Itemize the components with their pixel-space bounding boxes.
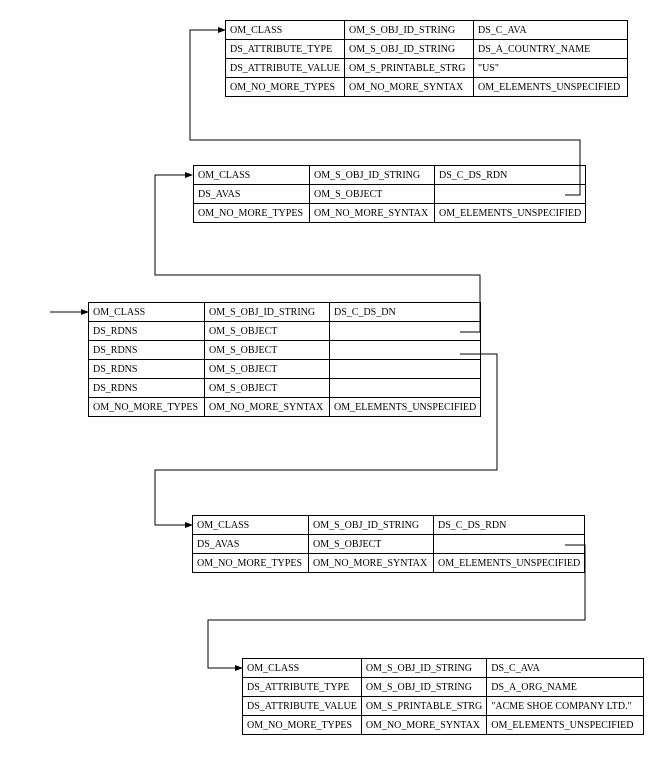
- cell: [435, 185, 586, 204]
- table-row: DS_AVAS OM_S_OBJECT: [194, 185, 586, 204]
- cell: OM_S_OBJ_ID_STRING: [345, 40, 474, 59]
- cell: "US": [474, 59, 628, 78]
- cell: OM_ELEMENTS_UNSPECIFIED: [434, 554, 585, 573]
- cell: OM_CLASS: [193, 516, 309, 535]
- table-dn: OM_CLASS OM_S_OBJ_ID_STRING DS_C_DS_DN D…: [88, 302, 481, 417]
- cell: OM_CLASS: [194, 166, 310, 185]
- table-row: DS_RDNS OM_S_OBJECT: [89, 341, 481, 360]
- cell: OM_S_OBJ_ID_STRING: [361, 659, 486, 678]
- cell: OM_NO_MORE_TYPES: [194, 204, 310, 223]
- cell: OM_S_OBJ_ID_STRING: [345, 21, 474, 40]
- cell: OM_S_OBJECT: [205, 322, 330, 341]
- cell: OM_ELEMENTS_UNSPECIFIED: [330, 398, 481, 417]
- cell: DS_A_COUNTRY_NAME: [474, 40, 628, 59]
- cell: OM_CLASS: [89, 303, 205, 322]
- cell: OM_NO_MORE_TYPES: [193, 554, 309, 573]
- table-row: DS_RDNS OM_S_OBJECT: [89, 360, 481, 379]
- cell: OM_NO_MORE_TYPES: [243, 716, 362, 735]
- cell: DS_RDNS: [89, 360, 205, 379]
- cell: OM_S_OBJ_ID_STRING: [309, 516, 434, 535]
- cell: OM_NO_MORE_SYNTAX: [309, 554, 434, 573]
- cell: DS_RDNS: [89, 322, 205, 341]
- cell: [330, 379, 481, 398]
- table-row: OM_NO_MORE_TYPES OM_NO_MORE_SYNTAX OM_EL…: [243, 716, 644, 735]
- cell: [330, 341, 481, 360]
- table-row: OM_CLASS OM_S_OBJ_ID_STRING DS_C_DS_RDN: [194, 166, 586, 185]
- cell: [330, 360, 481, 379]
- cell: OM_S_OBJ_ID_STRING: [361, 678, 486, 697]
- cell: OM_ELEMENTS_UNSPECIFIED: [487, 716, 644, 735]
- cell: DS_C_AVA: [487, 659, 644, 678]
- cell: OM_S_OBJECT: [205, 360, 330, 379]
- table-row: OM_NO_MORE_TYPES OM_NO_MORE_SYNTAX OM_EL…: [89, 398, 481, 417]
- table-row: DS_RDNS OM_S_OBJECT: [89, 322, 481, 341]
- cell: OM_S_PRINTABLE_STRG: [361, 697, 486, 716]
- cell: DS_RDNS: [89, 379, 205, 398]
- cell: DS_ATTRIBUTE_VALUE: [243, 697, 362, 716]
- cell: [330, 322, 481, 341]
- table-row: OM_NO_MORE_TYPES OM_NO_MORE_SYNTAX OM_EL…: [226, 78, 628, 97]
- cell: OM_S_OBJECT: [205, 379, 330, 398]
- table-row: DS_AVAS OM_S_OBJECT: [193, 535, 585, 554]
- cell: OM_NO_MORE_TYPES: [226, 78, 345, 97]
- cell: OM_S_OBJECT: [205, 341, 330, 360]
- cell: OM_CLASS: [243, 659, 362, 678]
- cell: DS_A_ORG_NAME: [487, 678, 644, 697]
- cell: OM_CLASS: [226, 21, 345, 40]
- cell: OM_ELEMENTS_UNSPECIFIED: [435, 204, 586, 223]
- table-row: DS_ATTRIBUTE_VALUE OM_S_PRINTABLE_STRG "…: [226, 59, 628, 78]
- cell: [434, 535, 585, 554]
- cell: DS_ATTRIBUTE_TYPE: [226, 40, 345, 59]
- table-rdn-2: OM_CLASS OM_S_OBJ_ID_STRING DS_C_DS_RDN …: [192, 515, 585, 573]
- table-row: DS_ATTRIBUTE_VALUE OM_S_PRINTABLE_STRG "…: [243, 697, 644, 716]
- table-ava-country: OM_CLASS OM_S_OBJ_ID_STRING DS_C_AVA DS_…: [225, 20, 628, 97]
- cell: OM_S_OBJECT: [310, 185, 435, 204]
- cell: OM_S_OBJECT: [309, 535, 434, 554]
- cell: DS_AVAS: [193, 535, 309, 554]
- table-row: OM_CLASS OM_S_OBJ_ID_STRING DS_C_AVA: [243, 659, 644, 678]
- cell: DS_C_DS_RDN: [434, 516, 585, 535]
- cell: OM_S_PRINTABLE_STRG: [345, 59, 474, 78]
- table-row: OM_CLASS OM_S_OBJ_ID_STRING DS_C_AVA: [226, 21, 628, 40]
- cell: DS_AVAS: [194, 185, 310, 204]
- cell: OM_NO_MORE_SYNTAX: [361, 716, 486, 735]
- cell: "ACME SHOE COMPANY LTD.": [487, 697, 644, 716]
- cell: OM_NO_MORE_SYNTAX: [310, 204, 435, 223]
- table-ava-org: OM_CLASS OM_S_OBJ_ID_STRING DS_C_AVA DS_…: [242, 658, 644, 735]
- cell: OM_S_OBJ_ID_STRING: [205, 303, 330, 322]
- cell: OM_S_OBJ_ID_STRING: [310, 166, 435, 185]
- table-row: OM_NO_MORE_TYPES OM_NO_MORE_SYNTAX OM_EL…: [194, 204, 586, 223]
- cell: DS_RDNS: [89, 341, 205, 360]
- table-row: DS_RDNS OM_S_OBJECT: [89, 379, 481, 398]
- cell: OM_NO_MORE_SYNTAX: [205, 398, 330, 417]
- table-rdn-1: OM_CLASS OM_S_OBJ_ID_STRING DS_C_DS_RDN …: [193, 165, 586, 223]
- cell: DS_ATTRIBUTE_TYPE: [243, 678, 362, 697]
- table-row: DS_ATTRIBUTE_TYPE OM_S_OBJ_ID_STRING DS_…: [243, 678, 644, 697]
- cell: DS_C_AVA: [474, 21, 628, 40]
- cell: DS_C_DS_DN: [330, 303, 481, 322]
- cell: OM_NO_MORE_SYNTAX: [345, 78, 474, 97]
- table-row: OM_NO_MORE_TYPES OM_NO_MORE_SYNTAX OM_EL…: [193, 554, 585, 573]
- table-row: OM_CLASS OM_S_OBJ_ID_STRING DS_C_DS_RDN: [193, 516, 585, 535]
- cell: OM_ELEMENTS_UNSPECIFIED: [474, 78, 628, 97]
- cell: DS_ATTRIBUTE_VALUE: [226, 59, 345, 78]
- table-row: DS_ATTRIBUTE_TYPE OM_S_OBJ_ID_STRING DS_…: [226, 40, 628, 59]
- table-row: OM_CLASS OM_S_OBJ_ID_STRING DS_C_DS_DN: [89, 303, 481, 322]
- cell: OM_NO_MORE_TYPES: [89, 398, 205, 417]
- cell: DS_C_DS_RDN: [435, 166, 586, 185]
